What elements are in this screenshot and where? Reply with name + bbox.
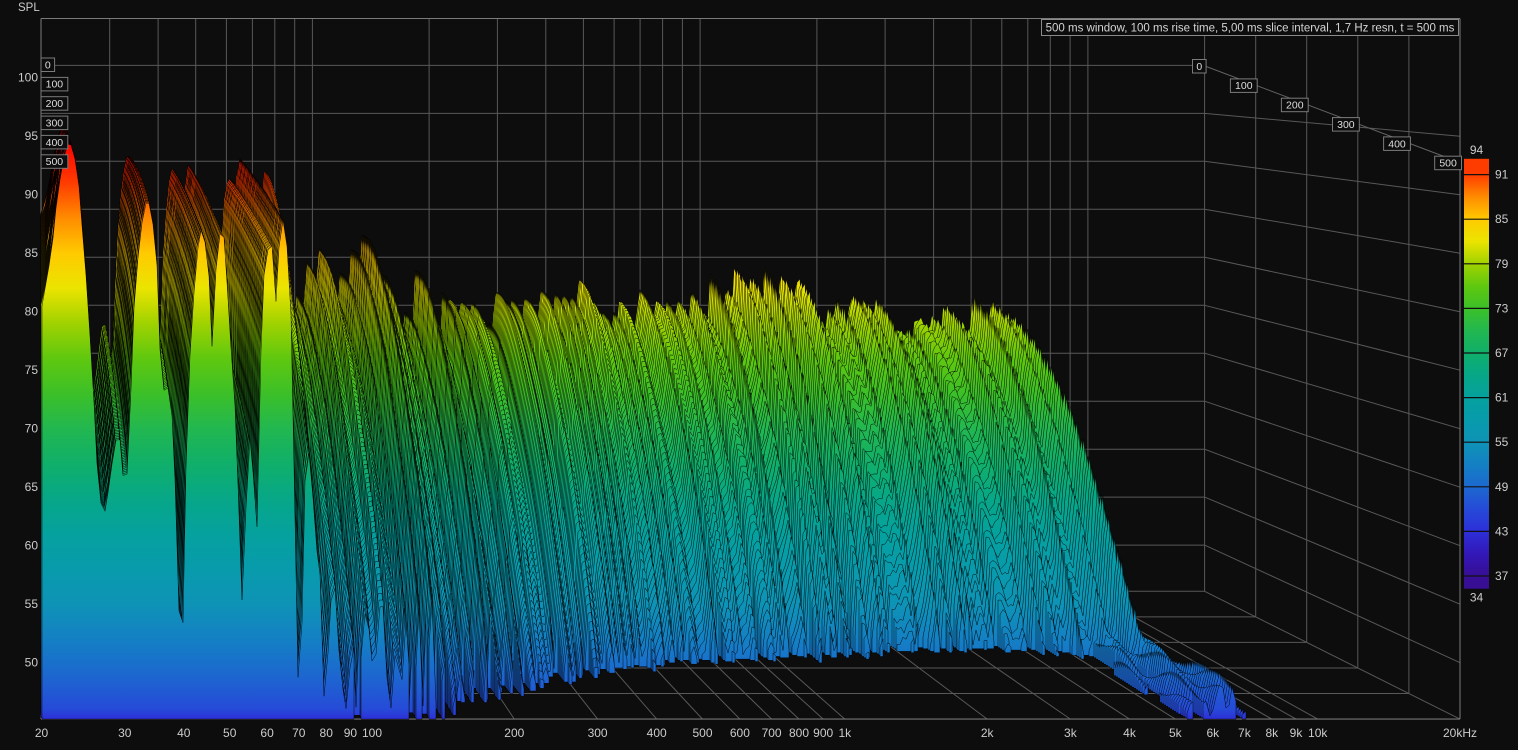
svg-text:100: 100 xyxy=(1235,80,1253,92)
svg-text:10k: 10k xyxy=(1308,726,1328,740)
svg-text:300: 300 xyxy=(46,117,64,129)
svg-text:60: 60 xyxy=(25,539,39,553)
svg-text:67: 67 xyxy=(1495,346,1509,360)
svg-text:65: 65 xyxy=(25,480,39,494)
svg-text:91: 91 xyxy=(1495,168,1509,182)
svg-text:37: 37 xyxy=(1495,569,1509,583)
svg-text:34: 34 xyxy=(1470,591,1484,605)
svg-text:40: 40 xyxy=(177,726,191,740)
svg-text:100: 100 xyxy=(18,71,38,85)
svg-text:70: 70 xyxy=(292,726,306,740)
svg-text:80: 80 xyxy=(25,305,39,319)
svg-text:61: 61 xyxy=(1495,391,1509,405)
svg-text:300: 300 xyxy=(588,726,608,740)
svg-text:800: 800 xyxy=(789,726,809,740)
svg-text:73: 73 xyxy=(1495,301,1509,315)
svg-text:0: 0 xyxy=(45,59,51,71)
svg-text:70: 70 xyxy=(25,422,39,436)
svg-text:300: 300 xyxy=(1337,119,1355,131)
svg-text:9k: 9k xyxy=(1290,726,1304,740)
svg-text:400: 400 xyxy=(46,137,64,149)
svg-text:90: 90 xyxy=(344,726,358,740)
svg-text:8k: 8k xyxy=(1265,726,1279,740)
svg-text:100: 100 xyxy=(46,79,64,91)
svg-text:49: 49 xyxy=(1495,480,1509,494)
svg-text:6k: 6k xyxy=(1206,726,1220,740)
svg-text:3k: 3k xyxy=(1064,726,1078,740)
svg-text:60: 60 xyxy=(260,726,274,740)
svg-text:400: 400 xyxy=(647,726,667,740)
svg-text:900: 900 xyxy=(813,726,833,740)
svg-text:600: 600 xyxy=(730,726,750,740)
svg-text:7k: 7k xyxy=(1238,726,1252,740)
svg-text:500 ms window, 100 ms rise tim: 500 ms window, 100 ms rise time, 5,00 ms… xyxy=(1046,23,1455,35)
svg-text:95: 95 xyxy=(25,129,39,143)
svg-text:30: 30 xyxy=(118,726,132,740)
svg-text:79: 79 xyxy=(1495,257,1509,271)
svg-text:SPL: SPL xyxy=(18,2,40,14)
svg-text:400: 400 xyxy=(1388,138,1406,150)
svg-text:80: 80 xyxy=(320,726,334,740)
svg-text:500: 500 xyxy=(1439,158,1457,170)
svg-text:700: 700 xyxy=(762,726,782,740)
svg-text:100: 100 xyxy=(362,726,382,740)
svg-text:50: 50 xyxy=(223,726,237,740)
svg-text:5k: 5k xyxy=(1169,726,1183,740)
svg-text:50: 50 xyxy=(25,656,39,670)
svg-text:94: 94 xyxy=(1470,143,1484,157)
svg-text:500: 500 xyxy=(692,726,712,740)
svg-text:0: 0 xyxy=(1196,61,1202,73)
svg-text:200: 200 xyxy=(1286,100,1304,112)
svg-text:55: 55 xyxy=(1495,435,1509,449)
svg-text:200: 200 xyxy=(504,726,524,740)
svg-text:500: 500 xyxy=(46,156,64,168)
svg-text:75: 75 xyxy=(25,363,39,377)
svg-text:2k: 2k xyxy=(981,726,995,740)
svg-text:1k: 1k xyxy=(838,726,852,740)
svg-text:55: 55 xyxy=(25,597,39,611)
svg-text:200: 200 xyxy=(46,98,64,110)
svg-text:20: 20 xyxy=(35,726,49,740)
svg-text:90: 90 xyxy=(25,188,39,202)
svg-text:20kHz: 20kHz xyxy=(1443,726,1477,740)
svg-text:43: 43 xyxy=(1495,524,1509,538)
svg-text:85: 85 xyxy=(25,246,39,260)
svg-text:4k: 4k xyxy=(1123,726,1137,740)
svg-text:85: 85 xyxy=(1495,212,1509,226)
